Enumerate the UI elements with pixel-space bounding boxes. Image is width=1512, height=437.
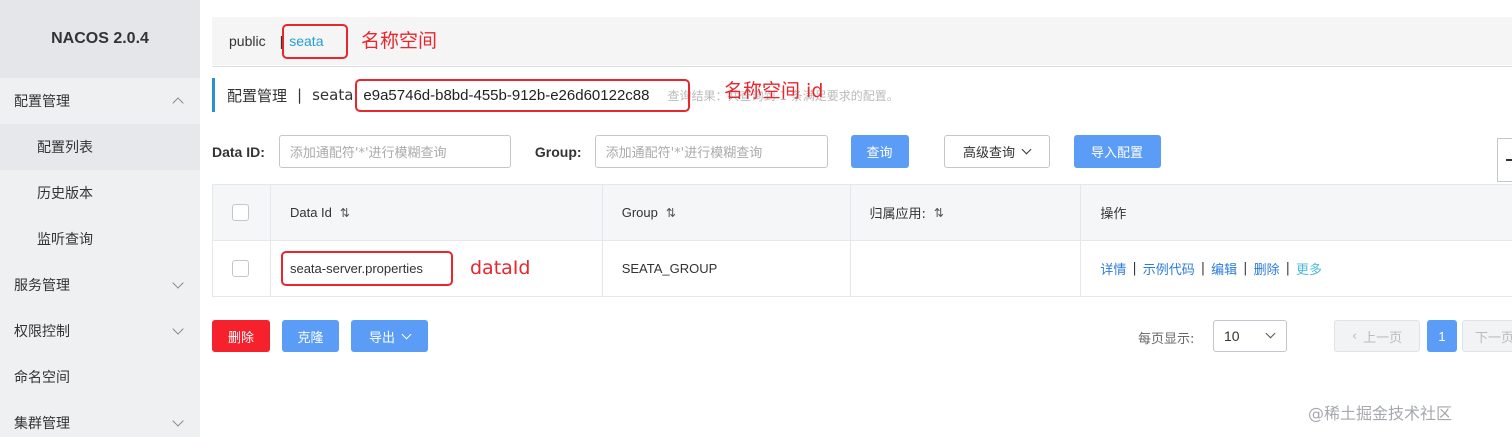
header-checkbox-cell (213, 185, 271, 240)
header-label: 操作 (1100, 207, 1127, 222)
header-group[interactable]: Group ⇅ (603, 185, 851, 240)
collapse-button[interactable] (1497, 138, 1512, 182)
chevron-left-icon: ‹ (1351, 328, 1358, 344)
namespace-public[interactable]: public (229, 33, 266, 49)
cell-ops: 详情 | 示例代码 | 编辑 | 删除 | 更多 (1081, 241, 1512, 296)
nav-config-list[interactable]: 配置列表 (0, 124, 200, 170)
table-header: Data Id ⇅ Group ⇅ 归属应用: ⇅ 操作 (213, 185, 1512, 241)
brand-logo: NACOS 2.0.4 (0, 0, 200, 78)
sort-icon[interactable]: ⇅ (666, 206, 676, 220)
nav-label: 配置管理 (14, 94, 70, 110)
nav-label: 权限控制 (14, 324, 70, 340)
sort-icon[interactable]: ⇅ (934, 206, 944, 220)
title-separator: | (297, 86, 303, 104)
delete-button[interactable]: 删除 (212, 320, 270, 352)
annotation-box-namespace (282, 24, 348, 59)
watermark: @稀土掘金技术社区 (1308, 404, 1453, 423)
chevron-down-icon (172, 323, 184, 335)
title-text: 配置管理 (227, 86, 288, 105)
bulk-actions: 删除 克隆 导出 (212, 320, 428, 352)
nav-namespace[interactable]: 命名空间 (0, 354, 200, 400)
page-size-value: 10 (1224, 328, 1240, 344)
op-delete-link[interactable]: 删除 (1254, 259, 1280, 278)
next-page-button[interactable]: 下一页 (1462, 320, 1512, 352)
title-namespace-name: seata (312, 86, 354, 104)
op-more-link[interactable]: 更多 (1296, 259, 1322, 278)
chevron-down-icon (1021, 144, 1032, 155)
select-all-checkbox[interactable] (232, 204, 249, 221)
op-sample-code-link[interactable]: 示例代码 (1143, 259, 1195, 278)
page-size-select[interactable]: 10 (1213, 320, 1287, 352)
chevron-down-icon (172, 415, 184, 427)
annotation-box-data-id (281, 251, 453, 286)
nav-listener-query[interactable]: 监听查询 (0, 216, 200, 262)
prev-page-button[interactable]: ‹ 上一页 (1334, 320, 1420, 352)
nav-service-management[interactable]: 服务管理 (0, 262, 200, 308)
nav-history[interactable]: 历史版本 (0, 170, 200, 216)
minus-icon (1506, 159, 1512, 161)
op-separator: | (1285, 261, 1290, 276)
nav-label: 服务管理 (14, 278, 70, 294)
data-id-input[interactable]: 添加通配符'*'进行模糊查询 (278, 135, 511, 168)
chevron-down-icon (172, 277, 184, 289)
op-separator: | (1200, 261, 1206, 276)
main-content: public | seata 配置管理 | seata e9a5746d-b8b… (200, 0, 1512, 437)
nav-cluster-management[interactable]: 集群管理 (0, 400, 200, 437)
cell-group: SEATA_GROUP (603, 241, 851, 296)
header-label: Group (621, 205, 658, 220)
filter-row: Data ID: 添加通配符'*'进行模糊查询 Group: 添加通配符'*'进… (212, 135, 1161, 168)
header-app[interactable]: 归属应用: ⇅ (851, 185, 1082, 240)
group-input[interactable]: 添加通配符'*'进行模糊查询 (594, 135, 828, 168)
clone-button[interactable]: 克隆 (282, 320, 339, 352)
page-size-label: 每页显示: (1138, 332, 1195, 347)
annotation-namespace: 名称空间 (361, 30, 438, 52)
chevron-down-icon (401, 329, 412, 339)
op-edit-link[interactable]: 编辑 (1211, 259, 1237, 278)
nav-label: 命名空间 (14, 370, 70, 386)
header-ops: 操作 (1081, 185, 1512, 240)
cell-app (851, 241, 1082, 296)
nav-label: 历史版本 (37, 186, 93, 202)
query-button[interactable]: 查询 (850, 135, 909, 168)
sort-icon[interactable]: ⇅ (340, 206, 350, 220)
current-page-button[interactable]: 1 (1427, 320, 1457, 352)
advanced-query-button[interactable]: 高级查询 (943, 135, 1050, 168)
op-detail-link[interactable]: 详情 (1100, 259, 1126, 278)
nav-label: 监听查询 (37, 232, 93, 248)
op-separator: | (1243, 261, 1248, 276)
nav-label: 集群管理 (14, 416, 70, 432)
row-checkbox[interactable] (232, 260, 249, 277)
annotation-namespace-id: 名称空间 id (724, 80, 824, 102)
header-label: 归属应用: (869, 207, 926, 222)
header-label: Data Id (289, 205, 332, 220)
annotation-box-namespace-id (355, 79, 690, 112)
advanced-query-label: 高级查询 (963, 146, 1016, 161)
import-config-button[interactable]: 导入配置 (1073, 135, 1161, 168)
chevron-down-icon (1265, 328, 1276, 339)
nav-label: 配置列表 (37, 140, 93, 156)
annotation-data-id: dataId (470, 257, 531, 279)
row-checkbox-cell (213, 241, 271, 296)
export-button[interactable]: 导出 (351, 320, 428, 352)
export-label: 导出 (368, 330, 395, 346)
op-separator: | (1132, 261, 1137, 276)
data-id-label: Data ID: (212, 143, 265, 160)
header-data-id[interactable]: Data Id ⇅ (271, 185, 603, 240)
chevron-up-icon (172, 97, 184, 109)
sidebar: NACOS 2.0.4 配置管理 配置列表 历史版本 监听查询 服务管理 权限控… (0, 0, 200, 437)
prev-label: 上一页 (1363, 330, 1403, 346)
nav-access-control[interactable]: 权限控制 (0, 308, 200, 354)
divider (212, 66, 1512, 67)
group-label: Group: (534, 143, 582, 160)
nav-config-management[interactable]: 配置管理 (0, 78, 200, 124)
